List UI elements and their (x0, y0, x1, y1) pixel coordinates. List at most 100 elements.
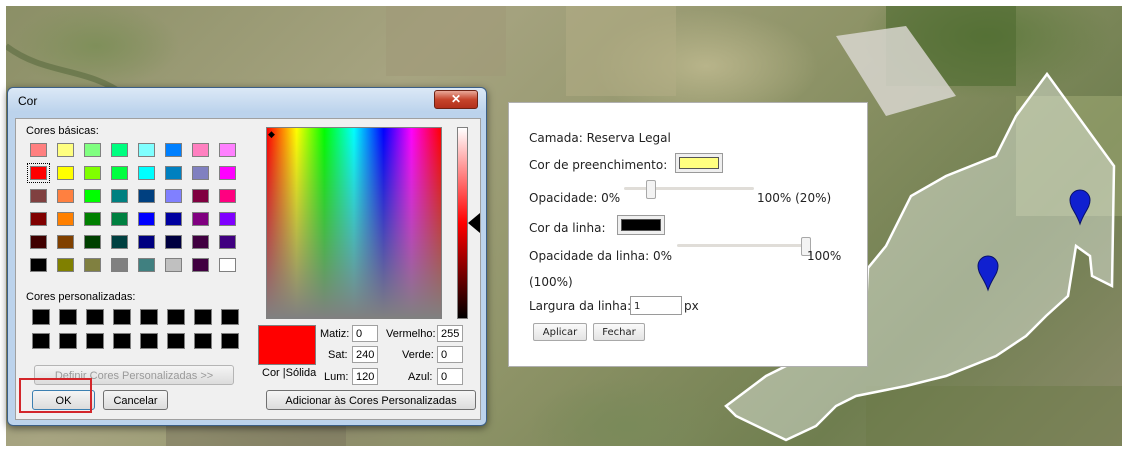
basic-color-swatch[interactable] (84, 258, 101, 272)
luminosity-slider[interactable] (457, 127, 468, 319)
basic-color-swatch[interactable] (30, 258, 47, 272)
line-width-input[interactable]: 1 (630, 296, 682, 315)
basic-color-swatch[interactable] (84, 212, 101, 226)
custom-color-swatch[interactable] (32, 333, 50, 349)
custom-color-swatch[interactable] (140, 333, 158, 349)
ok-button-highlight (19, 378, 92, 413)
luminosity-arrow-icon[interactable] (468, 213, 480, 233)
basic-color-swatch[interactable] (165, 212, 182, 226)
cancel-button[interactable]: Cancelar (103, 390, 168, 410)
custom-color-swatch[interactable] (194, 333, 212, 349)
map-field (866, 386, 1122, 446)
basic-color-swatch[interactable] (138, 212, 155, 226)
basic-color-swatch[interactable] (192, 212, 209, 226)
custom-color-swatch[interactable] (140, 309, 158, 325)
close-icon[interactable]: ✕ (434, 90, 478, 109)
custom-color-swatch[interactable] (167, 333, 185, 349)
basic-color-swatch[interactable] (111, 166, 128, 180)
close-button[interactable]: Fechar (593, 323, 645, 341)
basic-color-swatch[interactable] (111, 143, 128, 157)
basic-color-swatch[interactable] (111, 212, 128, 226)
hue-field[interactable]: 0 (352, 325, 378, 342)
green-field[interactable]: 0 (437, 346, 463, 363)
custom-color-swatch[interactable] (86, 309, 104, 325)
color-spectrum[interactable] (266, 127, 442, 319)
basic-color-swatch[interactable] (84, 189, 101, 203)
line-width-label: Largura da linha: (529, 299, 632, 313)
custom-colors-label: Cores personalizadas: (26, 291, 136, 303)
line-color-picker[interactable] (617, 215, 665, 235)
sat-field[interactable]: 240 (352, 346, 378, 363)
basic-color-swatch[interactable] (219, 166, 236, 180)
opacity-label: Opacidade: 0% (529, 191, 621, 205)
basic-color-swatch[interactable] (165, 258, 182, 272)
basic-color-swatch[interactable] (30, 189, 47, 203)
basic-color-swatch[interactable] (57, 166, 74, 180)
basic-color-swatch[interactable] (165, 235, 182, 249)
basic-color-swatch[interactable] (219, 258, 236, 272)
basic-color-swatch[interactable] (138, 189, 155, 203)
custom-color-swatch[interactable] (86, 333, 104, 349)
basic-color-swatch[interactable] (111, 258, 128, 272)
red-label: Vermelho: (386, 328, 436, 340)
basic-color-swatch[interactable] (57, 212, 74, 226)
custom-color-swatch[interactable] (167, 309, 185, 325)
custom-color-swatch[interactable] (59, 333, 77, 349)
basic-color-swatch[interactable] (111, 235, 128, 249)
basic-color-swatch[interactable] (192, 143, 209, 157)
basic-color-swatch[interactable] (165, 166, 182, 180)
lum-field[interactable]: 120 (352, 368, 378, 385)
basic-colors-label: Cores básicas: (26, 125, 99, 137)
basic-color-swatch[interactable] (138, 235, 155, 249)
add-to-custom-colors-button[interactable]: Adicionar às Cores Personalizadas (266, 390, 476, 410)
blue-label: Azul: (408, 371, 433, 383)
basic-color-swatch[interactable] (138, 143, 155, 157)
basic-color-swatch[interactable] (219, 212, 236, 226)
basic-color-swatch[interactable] (192, 189, 209, 203)
line-color-swatch (621, 219, 661, 231)
custom-color-swatch[interactable] (59, 309, 77, 325)
dialog-body: Cores básicas: Cores personalizadas: Def… (15, 118, 481, 420)
custom-color-swatch[interactable] (194, 309, 212, 325)
line-width-unit: px (684, 299, 699, 313)
basic-color-swatch[interactable] (219, 235, 236, 249)
basic-color-swatch[interactable] (30, 143, 47, 157)
opacity-slider-thumb[interactable] (646, 180, 656, 199)
custom-color-swatch[interactable] (113, 309, 131, 325)
basic-color-swatch[interactable] (84, 143, 101, 157)
basic-color-swatch[interactable] (30, 212, 47, 226)
line-opacity-slider[interactable] (677, 244, 805, 247)
custom-color-swatch[interactable] (221, 333, 239, 349)
basic-color-swatch[interactable] (219, 143, 236, 157)
color-solid-label: Cor |Sólida (262, 367, 317, 379)
dialog-titlebar[interactable]: Cor ✕ (8, 88, 486, 112)
basic-color-swatch[interactable] (165, 189, 182, 203)
basic-color-swatch[interactable] (219, 189, 236, 203)
custom-color-swatch[interactable] (113, 333, 131, 349)
map-field (566, 6, 676, 96)
custom-color-swatch[interactable] (221, 309, 239, 325)
basic-color-swatch[interactable] (192, 258, 209, 272)
basic-color-swatch[interactable] (57, 143, 74, 157)
basic-color-swatch[interactable] (192, 235, 209, 249)
basic-color-swatch[interactable] (111, 189, 128, 203)
apply-button[interactable]: Aplicar (533, 323, 587, 341)
basic-color-swatch[interactable] (27, 163, 50, 183)
basic-color-swatch[interactable] (192, 166, 209, 180)
basic-color-swatch[interactable] (30, 235, 47, 249)
red-field[interactable]: 255 (437, 325, 463, 342)
custom-color-swatch[interactable] (32, 309, 50, 325)
fill-color-picker[interactable] (675, 153, 723, 173)
basic-color-swatch[interactable] (57, 189, 74, 203)
blue-field[interactable]: 0 (437, 368, 463, 385)
basic-color-swatch[interactable] (84, 235, 101, 249)
basic-color-swatch[interactable] (57, 235, 74, 249)
lum-label: Lum: (324, 371, 349, 383)
basic-color-swatch[interactable] (138, 258, 155, 272)
basic-color-swatch[interactable] (57, 258, 74, 272)
basic-color-swatch[interactable] (84, 166, 101, 180)
basic-color-swatch[interactable] (165, 143, 182, 157)
opacity-slider[interactable] (624, 187, 754, 190)
color-dialog: Cor ✕ Cores básicas: Cores personalizada… (7, 87, 487, 426)
basic-color-swatch[interactable] (138, 166, 155, 180)
